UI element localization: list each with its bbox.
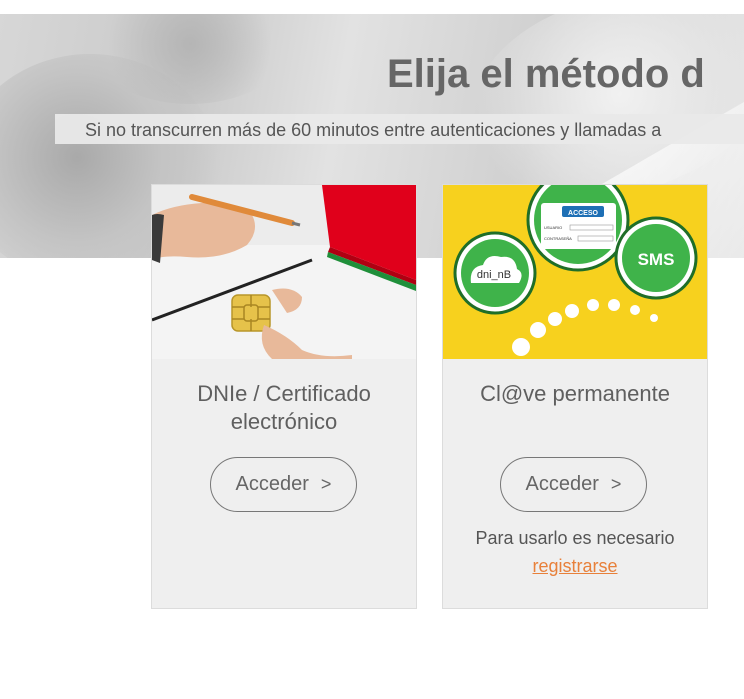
- register-link-wrapper: registrarse: [443, 555, 707, 577]
- card-clave: ACCESO USUARIO CONTRASEÑA dni_nB SMS Cl@: [442, 184, 708, 609]
- clave-image: ACCESO USUARIO CONTRASEÑA dni_nB SMS: [443, 185, 707, 359]
- acceder-dnie-button[interactable]: Acceder >: [210, 457, 357, 512]
- usuario-label: USUARIO: [544, 225, 562, 230]
- chevron-right-icon: >: [610, 474, 622, 494]
- dnie-image: [152, 185, 416, 359]
- chevron-right-icon: >: [320, 474, 332, 494]
- card-dnie: DNIe / Certificado electrónico Acceder >: [151, 184, 417, 609]
- card-title: DNIe / Certificado electrónico: [197, 381, 371, 434]
- button-label: Acceder: [525, 473, 599, 495]
- card-title: Cl@ve permanente: [480, 381, 670, 406]
- page-subtitle: Si no transcurren más de 60 minutos entr…: [85, 120, 662, 140]
- sms-label: SMS: [638, 250, 675, 269]
- page-title: Elija el método d: [387, 52, 705, 96]
- contrasena-label: CONTRASEÑA: [544, 236, 572, 241]
- acceder-clave-button[interactable]: Acceder >: [500, 457, 647, 512]
- acceso-label: ACCESO: [568, 210, 599, 217]
- button-label: Acceder: [235, 473, 309, 495]
- register-link[interactable]: registrarse: [532, 556, 617, 576]
- register-note: Para usarlo es necesario: [475, 528, 675, 548]
- dni-label: dni_nB: [477, 269, 511, 281]
